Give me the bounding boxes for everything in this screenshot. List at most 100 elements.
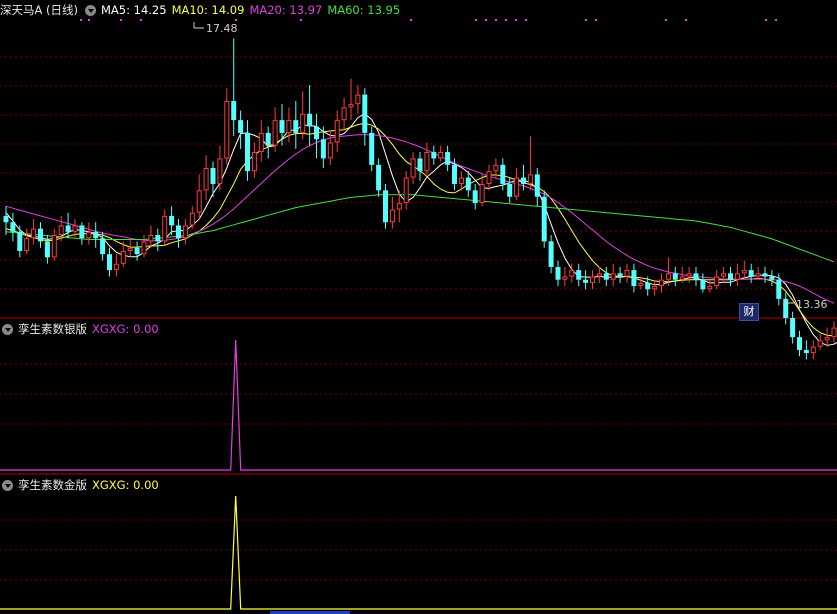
candle-body: [452, 164, 457, 184]
candle-body: [134, 247, 140, 255]
candlesticks[interactable]: [3, 38, 837, 360]
silver-indicator-panel: [0, 339, 837, 471]
candle-body: [31, 228, 37, 239]
candle: [127, 238, 133, 258]
signal-dot: [685, 19, 687, 21]
candle-body: [79, 225, 85, 239]
candle-body: [417, 158, 423, 172]
candle: [162, 209, 168, 245]
candle: [376, 158, 382, 197]
candle-body: [17, 231, 23, 251]
candle: [555, 260, 561, 287]
indicator-value: XGXG: 0.00: [92, 478, 159, 492]
candle-body: [334, 120, 340, 143]
candle-body: [810, 346, 816, 354]
candle: [355, 85, 361, 114]
candle-body: [182, 225, 188, 239]
candle-body: [824, 337, 830, 341]
signal-dot: [495, 19, 497, 21]
candle-body: [507, 183, 513, 197]
indicator-name[interactable]: 孪生素数银版: [18, 322, 87, 336]
candle-body: [169, 215, 175, 226]
high-price-label: 17.48: [206, 22, 238, 35]
candle: [576, 263, 582, 287]
candle: [10, 212, 16, 242]
candle-body: [714, 276, 720, 287]
candle-body: [741, 270, 747, 274]
candle-body: [251, 152, 257, 172]
candle-body: [652, 286, 658, 290]
candle-body: [776, 279, 782, 299]
candle-body: [548, 241, 554, 267]
candle: [783, 292, 789, 325]
candle-body: [300, 113, 306, 133]
candle-body: [790, 318, 796, 338]
candle: [307, 85, 313, 146]
candle-body: [693, 273, 699, 280]
candle: [51, 228, 57, 261]
candle-body: [659, 279, 664, 287]
candle-body: [327, 142, 333, 159]
candle-body: [238, 120, 244, 133]
candle: [369, 126, 375, 172]
candle: [762, 266, 768, 283]
candle: [803, 340, 809, 360]
candle: [72, 219, 78, 239]
candle-body: [803, 349, 809, 354]
candle: [203, 155, 209, 200]
price-annotations: 17.48 13.36: [193, 22, 828, 311]
candle: [3, 206, 9, 236]
candle-body: [51, 235, 57, 258]
signal-dot: [410, 19, 412, 21]
candle-body: [107, 254, 112, 271]
candle: [293, 100, 299, 149]
candle-body: [127, 247, 133, 251]
dropdown-icon[interactable]: [85, 5, 96, 16]
candle-body: [314, 126, 319, 140]
sub1-header: 孪生素数银版 XGXG: 0.00: [0, 320, 164, 338]
candle: [603, 266, 609, 287]
candle: [86, 222, 92, 245]
financial-report-badge[interactable]: 财: [739, 303, 759, 321]
candle-body: [224, 100, 230, 159]
candle-body: [638, 282, 644, 287]
candle-body: [569, 270, 575, 277]
candle-body: [555, 266, 561, 280]
candle: [672, 266, 678, 287]
candle: [824, 327, 830, 347]
candle-body: [279, 120, 285, 133]
dropdown-icon[interactable]: [2, 480, 13, 491]
candle: [438, 145, 444, 162]
candle-body: [521, 177, 526, 184]
candle: [31, 219, 37, 245]
dropdown-icon[interactable]: [2, 324, 13, 335]
signal-dot: [140, 19, 142, 21]
candle-body: [493, 164, 499, 172]
candle: [417, 152, 423, 181]
candle-body: [645, 282, 651, 290]
candle: [479, 174, 485, 207]
signal-dot: [88, 19, 90, 21]
candle: [445, 145, 451, 172]
candle-body: [58, 225, 64, 236]
candle: [734, 263, 740, 287]
candle: [769, 270, 775, 287]
candle-body: [603, 273, 609, 280]
candle-body: [389, 209, 395, 223]
stock-name[interactable]: 深天马A (日线): [0, 3, 78, 17]
stock-chart-canvas[interactable]: 17.48 13.36: [0, 0, 837, 614]
candle-body: [410, 158, 416, 178]
signal-dot: [235, 19, 237, 21]
candle: [410, 152, 416, 184]
sub2-header: 孪生素数金版 XGXG: 0.00: [0, 476, 164, 494]
candle: [24, 228, 30, 255]
candle-body: [176, 225, 181, 239]
candle-body: [472, 190, 478, 204]
indicator-name[interactable]: 孪生素数金版: [18, 478, 87, 492]
candle: [817, 333, 823, 350]
candle: [617, 266, 623, 283]
candle-body: [458, 177, 464, 184]
candle: [176, 219, 181, 248]
candle-body: [783, 298, 789, 318]
xgxg-line: [0, 339, 837, 471]
